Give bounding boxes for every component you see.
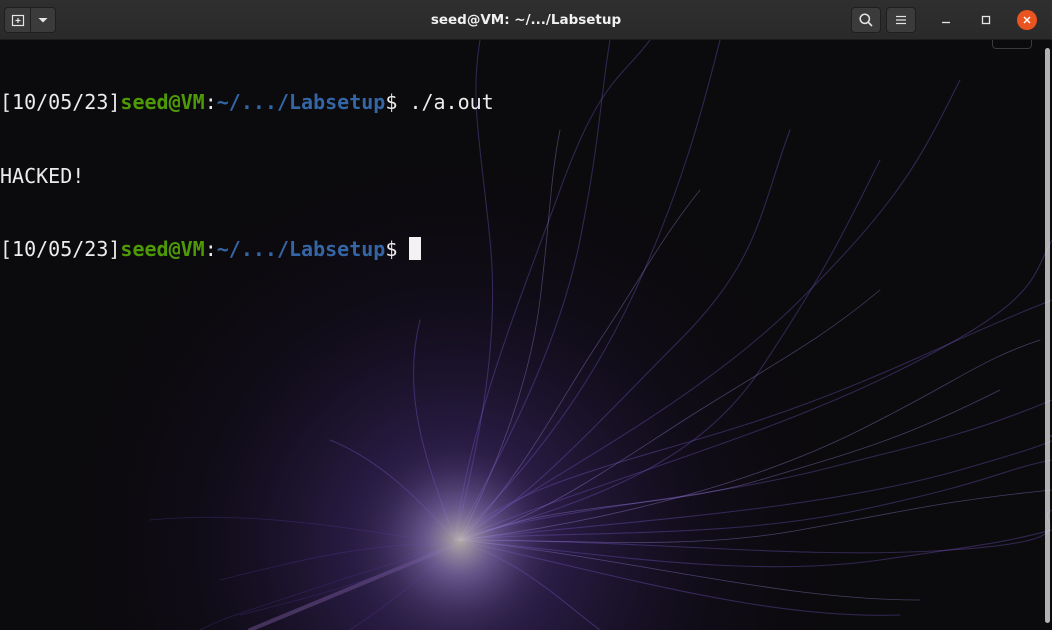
close-icon <box>1023 16 1031 24</box>
minimize-icon <box>942 21 950 24</box>
output-text: HACKED! <box>0 163 85 188</box>
prompt-line: [10/05/23]seed@VM:~/.../Labsetup$ ./a.ou… <box>0 90 494 115</box>
maximize-button[interactable] <box>976 10 996 30</box>
search-icon <box>859 13 873 27</box>
window-controls <box>851 0 1052 40</box>
output-line: HACKED! <box>0 164 494 189</box>
chevron-down-icon <box>38 18 48 23</box>
new-tab-icon <box>11 14 24 27</box>
prompt-path: ~/.../Labsetup <box>216 237 386 261</box>
text-cursor <box>409 237 422 260</box>
title-bar[interactable]: seed@VM: ~/.../Labsetup <box>0 0 1052 40</box>
prompt-line: [10/05/23]seed@VM:~/.../Labsetup$ <box>0 237 494 262</box>
hamburger-menu-icon <box>896 15 906 25</box>
prompt-path: ~/.../Labsetup <box>216 90 386 114</box>
minimize-button[interactable] <box>936 10 956 30</box>
scroll-indicator-tab <box>992 40 1032 49</box>
prompt-user: seed@VM <box>120 237 205 261</box>
close-button[interactable] <box>1017 10 1037 30</box>
main-menu-button[interactable] <box>886 7 916 33</box>
prompt-separator: : <box>204 237 217 261</box>
command-text: ./a.out <box>409 90 494 114</box>
prompt-timestamp: [10/05/23] <box>0 90 121 114</box>
tab-dropdown-button[interactable] <box>31 7 56 33</box>
prompt-symbol: $ <box>385 90 410 114</box>
prompt-user: seed@VM <box>120 90 205 114</box>
prompt-separator: : <box>204 90 217 114</box>
tab-controls <box>4 7 56 33</box>
scrollbar[interactable] <box>1045 48 1050 623</box>
new-tab-button[interactable] <box>4 7 31 33</box>
prompt-timestamp: [10/05/23] <box>0 237 121 261</box>
terminal-window: seed@VM: ~/.../Labsetup [10/05/23]seed@V… <box>0 0 1052 630</box>
maximize-icon <box>981 15 991 25</box>
search-button[interactable] <box>851 7 881 33</box>
terminal-output[interactable]: [10/05/23]seed@VM:~/.../Labsetup$ ./a.ou… <box>0 41 494 311</box>
prompt-symbol: $ <box>385 237 410 261</box>
terminal-area[interactable]: [10/05/23]seed@VM:~/.../Labsetup$ ./a.ou… <box>0 40 1052 630</box>
